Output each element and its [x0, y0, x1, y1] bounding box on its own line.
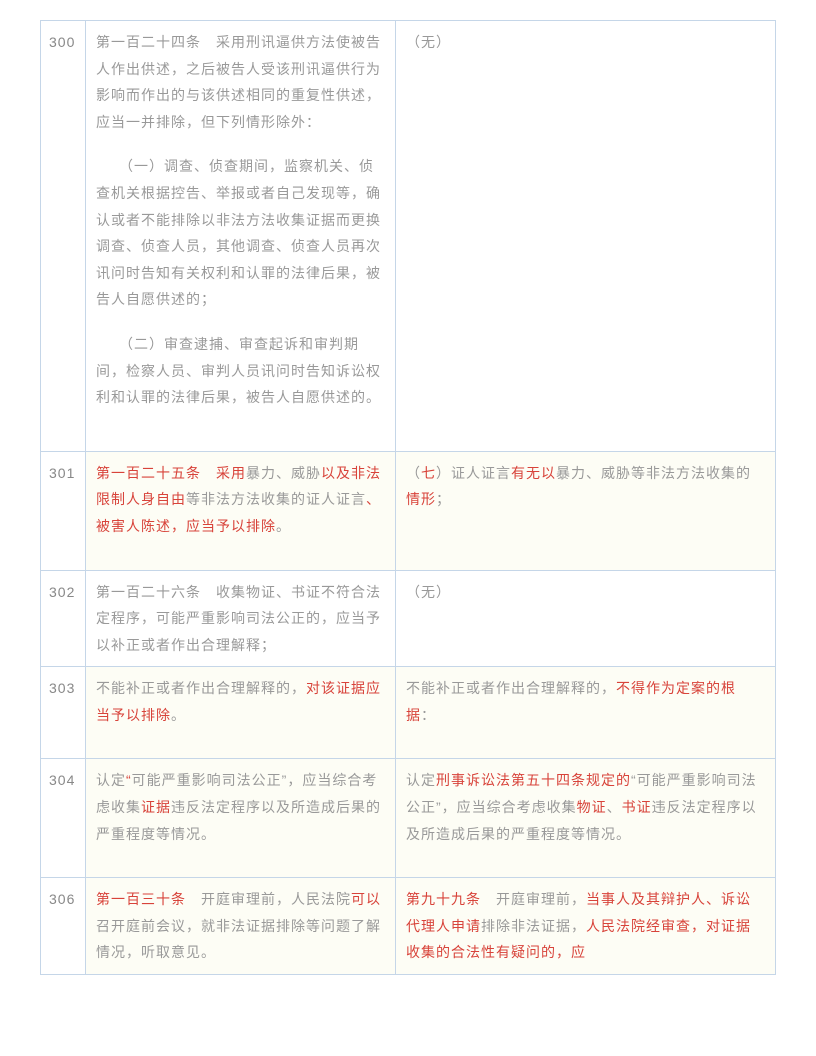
- paragraph: （二）审查逮捕、审查起诉和审判期间，检察人员、审判人员讯问时告知诉讼权利和认罪的…: [96, 331, 385, 411]
- row-number: 306: [41, 878, 86, 975]
- text-segment: （: [406, 465, 421, 481]
- text-segment: 开庭审理前，人民法院: [186, 891, 351, 907]
- paragraph: 第一百二十四条 采用刑讯逼供方法使被告人作出供述，之后被告人受该刑讯逼供行为影响…: [96, 29, 385, 135]
- text-segment: 可以: [351, 891, 381, 907]
- text-segment: 有无以: [511, 465, 556, 481]
- text-segment: （一）调查、侦查期间，监察机关、侦查机关根据控告、举报或者自己发现等，确认或者不…: [96, 158, 381, 307]
- text-segment: 刑事诉讼法第五十四条规定的: [436, 772, 631, 788]
- text-segment: ）证人证言: [436, 465, 511, 481]
- text-segment: 第一百二十六条 收集物证、书证不符合法定程序，可能严重影响司法公正的，应当予以补…: [96, 584, 381, 653]
- text-segment: ；: [436, 491, 451, 507]
- text-segment: 等非法方法收集的证人证言: [186, 491, 366, 507]
- text-segment: 、: [607, 799, 622, 815]
- text-segment: 以及非法: [321, 465, 381, 481]
- row-number: 301: [41, 451, 86, 570]
- table-row: 304认定“可能严重影响司法公正”，应当综合考虑收集证据违反法定程序以及所造成后…: [41, 759, 776, 878]
- right-cell: （无）: [396, 21, 776, 452]
- left-cell: 第一百三十条 开庭审理前，人民法院可以召开庭前会议，就非法证据排除等问题了解情况…: [86, 878, 396, 975]
- table-row: 302第一百二十六条 收集物证、书证不符合法定程序，可能严重影响司法公正的，应当…: [41, 570, 776, 667]
- right-cell: 第九十九条 开庭审理前，当事人及其辩护人、诉讼代理人申请排除非法证据，人民法院经…: [396, 878, 776, 975]
- text-segment: 书证: [622, 799, 652, 815]
- text-segment: 召开庭前会议，就非法证据排除等问题了解情况，听取意见。: [96, 918, 381, 961]
- text-segment: 认定: [406, 772, 436, 788]
- document-page: 300第一百二十四条 采用刑讯逼供方法使被告人作出供述，之后被告人受该刑讯逼供行…: [0, 0, 816, 995]
- text-segment: 暴力、威胁等非法方法收集的: [556, 465, 751, 481]
- text-segment: 。: [171, 707, 186, 723]
- row-number: 303: [41, 667, 86, 759]
- left-cell: 第一百二十四条 采用刑讯逼供方法使被告人作出供述，之后被告人受该刑讯逼供行为影响…: [86, 21, 396, 452]
- right-cell: （无）: [396, 570, 776, 667]
- text-segment: 不能补正或者作出合理解释的，: [96, 680, 306, 696]
- text-segment: 不能补正或者作出合理解释的，: [406, 680, 616, 696]
- text-segment: 认定: [96, 772, 126, 788]
- text-segment: （无）: [406, 34, 451, 50]
- table-row: 300第一百二十四条 采用刑讯逼供方法使被告人作出供述，之后被告人受该刑讯逼供行…: [41, 21, 776, 452]
- text-segment: （无）: [406, 584, 451, 600]
- text-segment: 第一百二十五条 采用: [96, 465, 246, 481]
- text-segment: 开庭审理前，: [481, 891, 586, 907]
- text-segment: 暴力、威胁: [246, 465, 321, 481]
- left-cell: 第一百二十六条 收集物证、书证不符合法定程序，可能严重影响司法公正的，应当予以补…: [86, 570, 396, 667]
- text-segment: 七: [421, 465, 436, 481]
- text-segment: 第九十九条: [406, 891, 481, 907]
- right-cell: （七）证人证言有无以暴力、威胁等非法方法收集的情形；: [396, 451, 776, 570]
- table-row: 301 第一百二十五条 采用暴力、威胁以及非法限制人身自由等非法方法收集的证人证言…: [41, 451, 776, 570]
- left-cell: 认定“可能严重影响司法公正”，应当综合考虑收集证据违反法定程序以及所造成后果的严…: [86, 759, 396, 878]
- table-row: 303不能补正或者作出合理解释的，对该证据应当予以排除。不能补正或者作出合理解释…: [41, 667, 776, 759]
- row-number: 300: [41, 21, 86, 452]
- left-cell: 不能补正或者作出合理解释的，对该证据应当予以排除。: [86, 667, 396, 759]
- text-segment: 物证: [577, 799, 607, 815]
- comparison-table: 300第一百二十四条 采用刑讯逼供方法使被告人作出供述，之后被告人受该刑讯逼供行…: [40, 20, 776, 975]
- right-cell: 不能补正或者作出合理解释的，不得作为定案的根据：: [396, 667, 776, 759]
- text-segment: 第一百三十条: [96, 891, 186, 907]
- left-cell: 第一百二十五条 采用暴力、威胁以及非法限制人身自由等非法方法收集的证人证言、被害…: [86, 451, 396, 570]
- row-number: 304: [41, 759, 86, 878]
- table-row: 306第一百三十条 开庭审理前，人民法院可以召开庭前会议，就非法证据排除等问题了…: [41, 878, 776, 975]
- text-segment: 。: [276, 518, 291, 534]
- text-segment: 限制人身自由: [96, 491, 186, 507]
- text-segment: （二）审查逮捕、审查起诉和审判期间，检察人员、审判人员讯问时告知诉讼权利和认罪的…: [96, 336, 381, 405]
- text-segment: 排除非法证据，: [481, 918, 586, 934]
- text-segment: 第一百二十四条 采用刑讯逼供方法使被告人作出供述，之后被告人受该刑讯逼供行为影响…: [96, 34, 381, 130]
- paragraph: （一）调查、侦查期间，监察机关、侦查机关根据控告、举报或者自己发现等，确认或者不…: [96, 153, 385, 313]
- right-cell: 认定刑事诉讼法第五十四条规定的“可能严重影响司法公正”，应当综合考虑收集物证、书…: [396, 759, 776, 878]
- text-segment: ：: [421, 707, 436, 723]
- text-segment: 证据: [141, 799, 171, 815]
- text-segment: 情形: [406, 491, 436, 507]
- row-number: 302: [41, 570, 86, 667]
